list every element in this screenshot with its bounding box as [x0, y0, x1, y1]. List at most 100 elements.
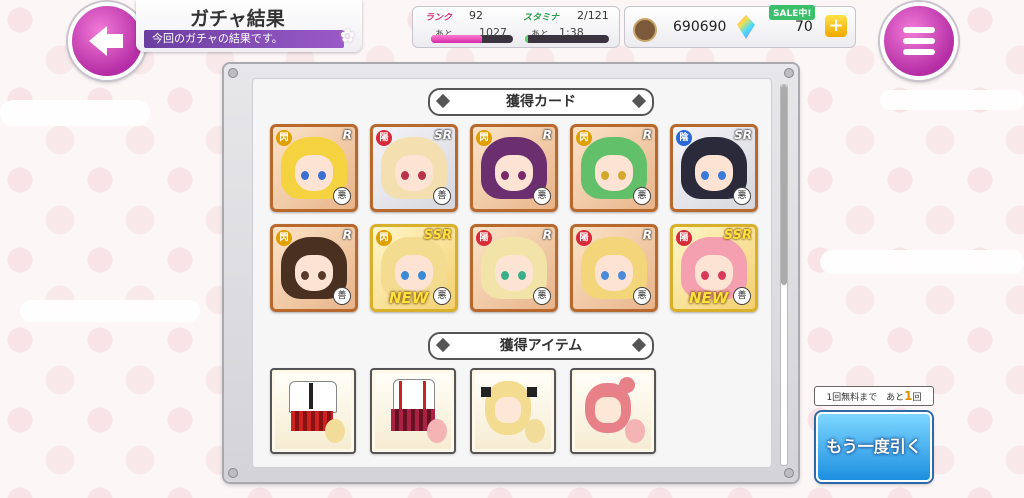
card-attribute-icon: 陰 [676, 130, 692, 146]
uniform-outfit-icon [275, 373, 351, 449]
card-type-icon: 悪 [633, 187, 651, 205]
menu-button[interactable] [880, 2, 958, 80]
card-type-icon: 悪 [733, 187, 751, 205]
card-type-icon: 悪 [533, 187, 551, 205]
free-pull-counter: 1回無料まで あと1回 [814, 386, 934, 406]
coin-amount: 690690 [673, 19, 727, 35]
gacha-card[interactable]: 閃 R 悪 [570, 124, 658, 212]
item-uniform[interactable] [270, 368, 356, 454]
stamina-label: スタミナ [523, 13, 560, 23]
cloud-decoration [820, 250, 1024, 274]
result-panel: 獲得カード 閃 R 悪陽 SR 善閃 R 悪閃 R 悪陰 SR 悪閃 R 善閃 SSR 悪 NEW 陽 R 悪陽 R 悪… [224, 64, 798, 482]
card-attribute-icon: 陽 [376, 130, 392, 146]
panel-rivet [228, 68, 238, 78]
item-pink-hair[interactable] [570, 368, 656, 454]
card-type-icon: 悪 [633, 287, 651, 305]
gem-amount: 70 [795, 19, 813, 35]
stamina-next-value: 1:38 [559, 26, 584, 39]
cloud-decoration [880, 90, 1024, 110]
page-subtitle: 今回のガチャの結果です。 [144, 30, 344, 48]
card-attribute-icon: 閃 [476, 130, 492, 146]
sale-badge: SALE中! [769, 5, 816, 20]
gem-icon [737, 15, 755, 39]
card-rarity-label: R [342, 128, 352, 142]
item-skirt-outfit[interactable] [370, 368, 456, 454]
result-panel-content[interactable]: 獲得カード 閃 R 悪陽 SR 善閃 R 悪閃 R 悪陰 SR 悪閃 R 善閃 SSR 悪 NEW 陽 R 悪陽 R 悪… [252, 78, 772, 468]
card-rarity-label: SR [434, 128, 452, 142]
cloud-decoration [20, 300, 200, 322]
pull-again-button[interactable]: もう一度引く [816, 412, 932, 482]
items-section-title: 獲得アイテム [499, 338, 583, 354]
panel-rivet [784, 68, 794, 78]
card-rarity-label: R [642, 128, 652, 142]
card-type-icon: 悪 [533, 287, 551, 305]
gacha-card[interactable]: 陰 SR 悪 [670, 124, 758, 212]
rank-label: ランク [425, 13, 453, 23]
gacha-card[interactable]: 閃 SSR 悪 NEW [370, 224, 458, 312]
card-rarity-label: R [542, 228, 552, 242]
card-type-icon: 善 [433, 187, 451, 205]
blonde-hairstyle-icon [475, 373, 551, 449]
flower-icon: ✿ [340, 26, 356, 47]
menu-line [903, 27, 935, 33]
diamond-icon [435, 337, 451, 353]
coin-icon [633, 18, 657, 42]
diamond-icon [631, 93, 647, 109]
buy-gems-button[interactable]: + [825, 15, 847, 37]
card-attribute-icon: 閃 [576, 130, 592, 146]
card-rarity-label: SR [734, 128, 752, 142]
page-title: ガチャ結果 [190, 8, 285, 30]
items-section-header: 獲得アイテム [428, 332, 654, 360]
gacha-card[interactable]: 陽 SSR 善 NEW [670, 224, 758, 312]
skirt-outfit-icon [375, 373, 451, 449]
card-attribute-icon: 陽 [576, 230, 592, 246]
card-rarity-label: SSR [723, 228, 752, 243]
back-button[interactable] [68, 2, 146, 80]
card-attribute-icon: 閃 [276, 130, 292, 146]
page-title-box: ガチャ結果 今回のガチャの結果です。 [136, 0, 362, 52]
card-rarity-label: R [642, 228, 652, 242]
new-badge: NEW [689, 289, 729, 307]
card-type-icon: 善 [733, 287, 751, 305]
card-type-icon: 悪 [433, 287, 451, 305]
card-attribute-icon: 閃 [276, 230, 292, 246]
diamond-icon [631, 337, 647, 353]
card-attribute-icon: 陽 [476, 230, 492, 246]
rank-next-value: 1027 [479, 26, 507, 39]
gacha-card[interactable]: 陽 R 悪 [570, 224, 658, 312]
cloud-decoration [0, 100, 150, 126]
gacha-card[interactable]: 閃 R 悪 [470, 124, 558, 212]
player-status-box: ランク 92 あと 1027 スタミナ 2/121 あと 1:38 [412, 6, 620, 48]
gacha-card[interactable]: 陽 R 悪 [470, 224, 558, 312]
back-arrow-stem [105, 34, 123, 48]
stamina-fill [525, 35, 528, 43]
card-type-icon: 善 [333, 287, 351, 305]
stamina-value: 2/121 [577, 9, 609, 22]
cards-section-header: 獲得カード [428, 88, 654, 116]
pink-hairstyle-icon [575, 373, 651, 449]
panel-rivet [784, 468, 794, 478]
new-badge: NEW [389, 289, 429, 307]
card-attribute-icon: 陽 [676, 230, 692, 246]
menu-line [903, 38, 935, 44]
free-pull-suffix: 回 [912, 393, 922, 403]
rank-exp-fill [431, 35, 482, 43]
scroll-thumb[interactable] [781, 85, 787, 285]
card-rarity-label: R [542, 128, 552, 142]
free-pull-count: 1 [904, 389, 913, 403]
cards-section-title: 獲得カード [506, 94, 576, 110]
panel-scrollbar[interactable] [780, 84, 788, 466]
card-attribute-icon: 閃 [376, 230, 392, 246]
free-pull-prefix: 1回無料まで あと [826, 393, 905, 403]
currency-box: 690690 SALE中! 70 + [624, 5, 856, 48]
rank-value: 92 [469, 9, 483, 22]
card-rarity-label: SSR [423, 228, 452, 243]
gacha-card[interactable]: 陽 SR 善 [370, 124, 458, 212]
gacha-card[interactable]: 閃 R 善 [270, 224, 358, 312]
item-blonde-hair[interactable] [470, 368, 556, 454]
gacha-card[interactable]: 閃 R 悪 [270, 124, 358, 212]
card-rarity-label: R [342, 228, 352, 242]
panel-rivet [228, 468, 238, 478]
diamond-icon [435, 93, 451, 109]
card-type-icon: 悪 [333, 187, 351, 205]
